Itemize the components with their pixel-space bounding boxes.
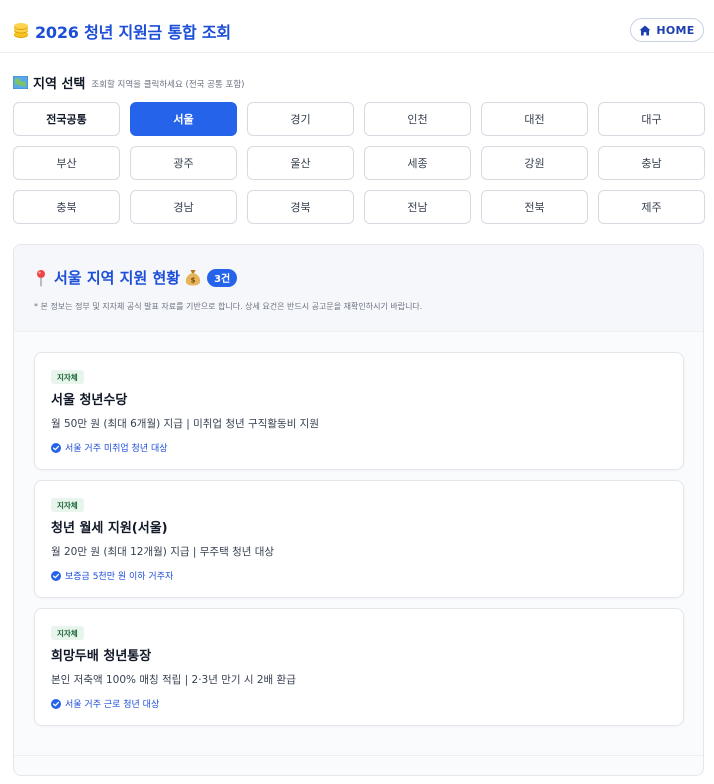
program-description: 월 20만 원 (최대 12개월) 지급 | 무주택 청년 대상	[51, 546, 275, 558]
program-title: 청년 월세 지원(서울)	[51, 521, 168, 536]
region-button-chungnam[interactable]: 충남	[598, 146, 705, 180]
region-button-gyeongnam[interactable]: 경남	[130, 190, 237, 224]
region-button-jeonnam[interactable]: 전남	[364, 190, 471, 224]
coin-stack-icon	[14, 23, 28, 38]
result-count-badge: 3건	[207, 268, 238, 287]
region-button-sejong[interactable]: 세종	[364, 146, 471, 180]
app-title: 2026 청년 지원금 통합 조회	[35, 23, 231, 42]
program-card[interactable]: 지자체 희망두배 청년통장 본인 저축액 100% 매칭 적립 | 2·3년 만…	[34, 608, 684, 726]
program-card[interactable]: 지자체 청년 월세 지원(서울) 월 20만 원 (최대 12개월) 지급 | …	[34, 480, 684, 598]
check-circle-icon	[51, 570, 61, 581]
region-button-seoul[interactable]: 서울	[130, 102, 237, 136]
brand: 2026 청년 지원금 통합 조회	[12, 19, 231, 43]
region-button-jeonbuk[interactable]: 전북	[481, 190, 588, 224]
home-button[interactable]: HOME	[630, 18, 704, 42]
program-condition-text: 서울 거주 근로 청년 대상	[65, 700, 160, 710]
region-button-chungbuk[interactable]: 충북	[13, 190, 120, 224]
home-icon	[639, 25, 651, 35]
program-description: 본인 저축액 100% 매칭 적립 | 2·3년 만기 시 2배 환급	[51, 674, 296, 686]
region-button-busan[interactable]: 부산	[13, 146, 120, 180]
app-header: 2026 청년 지원금 통합 조회 HOME	[0, 0, 714, 53]
region-button-daejeon[interactable]: 대전	[481, 102, 588, 136]
program-condition: 서울 거주 미취업 청년 대상	[51, 441, 168, 454]
check-circle-icon	[51, 442, 61, 453]
program-condition: 보증금 5천만 원 이하 거주자	[51, 569, 173, 582]
region-button-nationwide[interactable]: 전국공통	[13, 102, 120, 136]
program-tag: 지자체	[51, 498, 84, 512]
region-button-incheon[interactable]: 인천	[364, 102, 471, 136]
disclaimer-note: * 본 정보는 정부 및 지자체 공식 발표 자료를 기반으로 합니다. 상세 …	[34, 302, 423, 311]
program-title: 희망두배 청년통장	[51, 649, 152, 664]
region-button-daegu[interactable]: 대구	[598, 102, 705, 136]
program-card[interactable]: 지자체 서울 청년수당 월 50만 원 (최대 6개월) 지급 | 미취업 청년…	[34, 352, 684, 470]
program-description: 월 50만 원 (최대 6개월) 지급 | 미취업 청년 구직활동비 지원	[51, 418, 320, 430]
region-section-header: 지역 선택 조회할 지역을 클릭하세요 (전국 공통 포함)	[13, 73, 244, 92]
results-panel-header: 서울 지역 지원 현황 $ 3건 * 본 정보는 정부 및 지자체 공식 발표 …	[14, 245, 703, 332]
region-button-jeju[interactable]: 제주	[598, 190, 705, 224]
home-label: HOME	[656, 23, 695, 37]
results-title-row: 서울 지역 지원 현황 $ 3건	[34, 267, 238, 288]
region-button-gyeongbuk[interactable]: 경북	[247, 190, 354, 224]
program-condition-text: 보증금 5천만 원 이하 거주자	[65, 572, 174, 582]
program-title: 서울 청년수당	[51, 393, 128, 408]
money-bag-icon: $	[185, 270, 201, 286]
program-tag: 지자체	[51, 370, 84, 384]
region-grid: 전국공통 서울 경기 인천 대전 대구 부산 광주 울산 세종 강원 충남 충북…	[13, 102, 705, 224]
region-button-gwangju[interactable]: 광주	[130, 146, 237, 180]
svg-text:$: $	[191, 277, 196, 285]
panel-footer-divider	[14, 755, 703, 756]
program-tag: 지자체	[51, 626, 84, 640]
program-list: 지자체 서울 청년수당 월 50만 원 (최대 6개월) 지급 | 미취업 청년…	[34, 352, 684, 736]
pin-icon	[37, 269, 45, 286]
region-button-ulsan[interactable]: 울산	[247, 146, 354, 180]
results-panel: 서울 지역 지원 현황 $ 3건 * 본 정보는 정부 및 지자체 공식 발표 …	[13, 244, 704, 776]
results-title: 서울 지역 지원 현황	[54, 269, 181, 287]
region-title: 지역 선택	[33, 77, 86, 92]
region-button-gangwon[interactable]: 강원	[481, 146, 588, 180]
program-condition-text: 서울 거주 미취업 청년 대상	[65, 444, 168, 454]
program-condition: 서울 거주 근로 청년 대상	[51, 697, 159, 710]
region-button-gyeonggi[interactable]: 경기	[247, 102, 354, 136]
map-icon	[13, 76, 28, 89]
check-circle-icon	[51, 698, 61, 709]
region-hint: 조회할 지역을 클릭하세요 (전국 공통 포함)	[91, 79, 245, 90]
